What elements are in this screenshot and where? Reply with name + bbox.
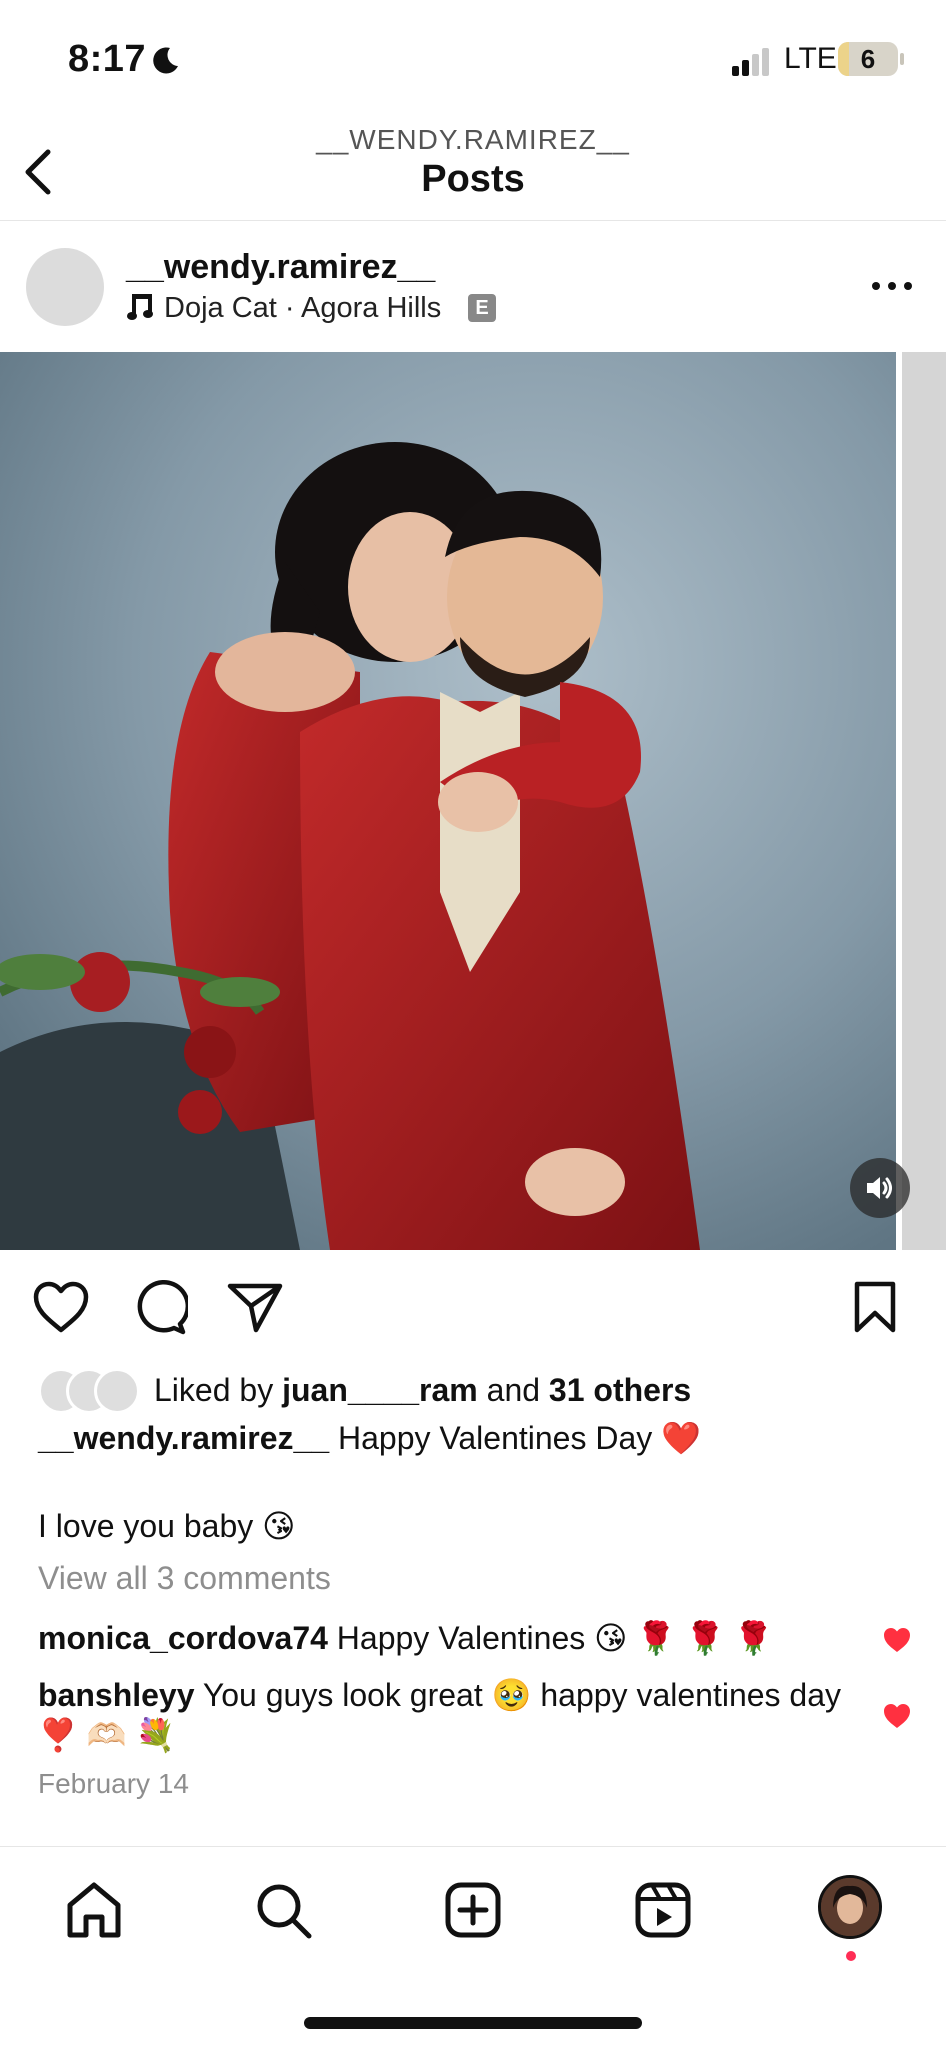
- nav-header: __WENDY.RAMIREZ__ Posts: [0, 120, 946, 221]
- create-post-icon[interactable]: [444, 1881, 502, 1939]
- status-time: 8:17: [68, 38, 147, 80]
- avatar[interactable]: [26, 248, 104, 326]
- music-note-icon: [127, 294, 153, 320]
- notification-dot: [846, 1951, 856, 1961]
- home-icon[interactable]: [64, 1881, 124, 1939]
- signal-icon: [732, 48, 769, 76]
- caption-username[interactable]: __wendy.ramirez__: [38, 1420, 329, 1456]
- comment-item: monica_cordova74 Happy Valentines 😘 🌹 🌹 …: [38, 1618, 858, 1658]
- battery-icon: 6: [838, 42, 898, 76]
- post-photo[interactable]: [0, 352, 896, 1250]
- likes-prefix: Liked by: [154, 1372, 283, 1408]
- view-all-comments-link[interactable]: View all 3 comments: [38, 1560, 331, 1597]
- bookmark-icon[interactable]: [852, 1280, 898, 1334]
- page-title: Posts: [421, 158, 525, 200]
- comment-item: banshleyy You guys look great 🥹 happy va…: [38, 1675, 858, 1755]
- status-bar: 8:17 LTE 6: [0, 0, 946, 120]
- comment-username[interactable]: banshleyy: [38, 1677, 195, 1713]
- bottom-tab-bar: [0, 1846, 946, 2049]
- search-icon[interactable]: [254, 1881, 314, 1941]
- more-options-icon[interactable]: [870, 278, 914, 294]
- liker-username[interactable]: juan____ram: [282, 1372, 478, 1408]
- header-username: __WENDY.RAMIREZ__: [316, 124, 630, 155]
- post-username[interactable]: __wendy.ramirez__: [126, 248, 435, 287]
- post-header: __wendy.ramirez__ Doja Cat · Agora Hills…: [0, 222, 946, 352]
- home-indicator: [304, 2017, 642, 2029]
- share-icon[interactable]: [226, 1280, 284, 1334]
- comment-username[interactable]: monica_cordova74: [38, 1620, 328, 1656]
- comment-like-heart-icon[interactable]: [882, 1702, 912, 1730]
- moon-icon: [153, 47, 178, 74]
- explicit-badge: E: [468, 294, 496, 322]
- comment-like-heart-icon[interactable]: [882, 1626, 912, 1654]
- profile-photo: [821, 1878, 879, 1936]
- battery-cap: [900, 53, 904, 65]
- caption-text: Happy Valentines Day ❤️: [329, 1420, 701, 1456]
- comment-icon[interactable]: [132, 1280, 188, 1336]
- caption-line-2: I love you baby 😘: [38, 1508, 296, 1544]
- volume-button[interactable]: [850, 1158, 910, 1218]
- post-date: February 14: [38, 1768, 189, 1799]
- likes-row[interactable]: Liked by juan____ram and 31 others: [38, 1366, 918, 1414]
- comment-text: Happy Valentines 😘 🌹 🌹 🌹: [327, 1620, 774, 1656]
- likes-text: Liked by juan____ram and 31 others: [154, 1372, 691, 1409]
- like-heart-icon[interactable]: [32, 1280, 90, 1334]
- battery-level: 6: [860, 44, 876, 74]
- network-type: LTE: [784, 42, 837, 75]
- next-photo-peek[interactable]: [902, 352, 946, 1250]
- profile-tab-avatar[interactable]: [818, 1875, 882, 1939]
- music-label[interactable]: Doja Cat · Agora Hills: [164, 292, 441, 325]
- caption: __wendy.ramirez__ Happy Valentines Day ❤…: [38, 1416, 918, 1460]
- reels-icon[interactable]: [634, 1881, 692, 1939]
- speaker-icon: [867, 1177, 892, 1199]
- photo-image: [0, 352, 896, 1250]
- liker-avatar: [94, 1368, 140, 1414]
- post-actions: [0, 1270, 946, 1350]
- likes-others[interactable]: 31 others: [549, 1372, 691, 1408]
- likes-middle: and: [477, 1372, 549, 1408]
